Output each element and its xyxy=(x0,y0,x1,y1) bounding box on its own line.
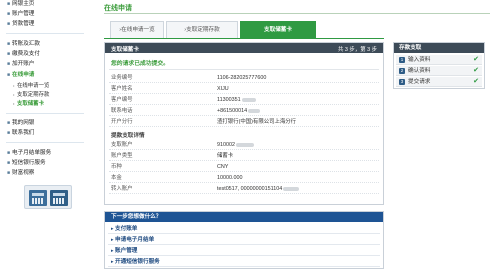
step-item: 2 确认资料 ✔ xyxy=(396,66,482,76)
detail-row: 客户姓名 XIJU xyxy=(109,84,379,94)
redacted-mark xyxy=(248,108,261,113)
divider xyxy=(6,33,84,34)
next-actions-panel: 下一步您想做什么？ ▸支付账单 ▸申请电子月结单 ▸账户管理 ▸开通短信银行服务 xyxy=(104,211,384,269)
detail-row: 币种 CNY xyxy=(109,162,379,172)
redacted-mark xyxy=(236,142,254,147)
detail-row: 本金 10000.000 xyxy=(109,173,379,183)
sidebar-item-my-ebank[interactable]: ■ 我的网银 xyxy=(7,120,34,127)
detail-row: 联系电话 +861500014 xyxy=(109,106,379,116)
sidebar-item-loans[interactable]: ■ 贷款管理 xyxy=(7,21,34,28)
panel-header: 支取储蓄卡 共 3 步，第 3 步 xyxy=(105,43,383,53)
sidebar-subitem-apply-list[interactable]: • 在线申请一览 xyxy=(13,82,49,89)
detail-row: 支取账户 910002 xyxy=(109,140,379,150)
sidebar-item-sms-banking[interactable]: ■ 短信银行服务 xyxy=(7,160,46,167)
tab-fixed-deposit[interactable]: ›支取定期存款 xyxy=(166,21,238,38)
divider xyxy=(109,69,379,70)
sidebar-item-accounts[interactable]: ■ 账户管理 xyxy=(7,11,34,18)
steps-title: 存款支取 xyxy=(394,43,484,53)
triangle-right-icon: ▸ xyxy=(111,248,114,254)
triangle-right-icon: ▸ xyxy=(111,237,114,243)
detail-row: 客户编号 11300351 xyxy=(109,95,379,105)
confirmation-panel: 支取储蓄卡 共 3 步，第 3 步 您的请求已成功提交。 业务编号 1106-28… xyxy=(104,42,384,205)
sidebar-item-wealth[interactable]: ■ 财富视察 xyxy=(7,170,34,177)
step-item: 3 提交请求 ✔ xyxy=(396,77,482,87)
sidebar-item-estatement[interactable]: ■ 电子月结单服务 xyxy=(7,150,51,157)
tab-apply-list[interactable]: ›在线申请一览 xyxy=(110,21,164,38)
next-actions-title: 下一步您想做什么？ xyxy=(105,212,383,222)
success-message: 您的请求已成功提交。 xyxy=(111,61,169,67)
redacted-mark xyxy=(241,97,256,102)
sidebar: ■ 网银主页 ■ 账户管理 ■ 贷款管理 ■ 转账及汇款 ■ 缴费及支付 ■ 加开账户 ■ 在… xyxy=(0,0,92,272)
calculator-tile-icon xyxy=(29,190,47,206)
triangle-right-icon: ▸ xyxy=(111,226,114,232)
section-heading: 提款支取详情 xyxy=(111,133,145,139)
triangle-right-icon: ▸ xyxy=(111,259,114,265)
sidebar-subitem-savings-withdraw[interactable]: • 支取储蓄卡 xyxy=(13,100,44,107)
sidebar-item-contact[interactable]: ■ 联系我们 xyxy=(7,130,34,137)
detail-row: 转入账户 test0517, 00000000151104 xyxy=(109,184,379,194)
sidebar-item-online-apply[interactable]: ■ 在线申请 xyxy=(7,72,34,79)
redacted-mark xyxy=(283,186,300,191)
step-indicator: 共 3 步，第 3 步 xyxy=(338,47,377,53)
sidebar-item-open-account[interactable]: ■ 加开账户 xyxy=(7,61,34,68)
divider xyxy=(6,113,84,114)
link-sms-banking[interactable]: ▸开通短信银行服务 xyxy=(108,257,380,267)
link-account-management[interactable]: ▸账户管理 xyxy=(108,246,380,256)
sidebar-subitem-fixed-deposit[interactable]: • 支取定期存款 xyxy=(13,91,49,98)
link-pay-bills[interactable]: ▸支付账单 xyxy=(108,224,380,234)
page-title: 在线申请 xyxy=(104,5,132,12)
sidebar-item-home[interactable]: ■ 网银主页 xyxy=(7,1,34,8)
progress-steps: 存款支取 1 输入资料 ✔ 2 确认资料 ✔ 3 提交请求 ✔ xyxy=(393,42,485,89)
panel-title: 支取储蓄卡 xyxy=(111,47,139,53)
step-item: 1 输入资料 ✔ xyxy=(396,55,482,65)
divider xyxy=(104,13,490,14)
detail-row: 账户类型 储蓄卡 xyxy=(109,151,379,161)
calculator-icon[interactable] xyxy=(24,185,72,209)
link-apply-estatement[interactable]: ▸申请电子月结单 xyxy=(108,235,380,245)
sidebar-item-transfer[interactable]: ■ 转账及汇款 xyxy=(7,41,40,48)
divider xyxy=(6,142,84,143)
sidebar-item-payments[interactable]: ■ 缴费及支付 xyxy=(7,51,40,58)
detail-row: 业务编号 1106-282025777600 xyxy=(109,73,379,83)
calculator-tile-icon xyxy=(50,190,68,206)
tab-underline xyxy=(104,38,384,39)
checkmark-icon: ✔ xyxy=(473,67,479,74)
detail-row: 开户分行 渣打银行(中国)有限公司上海分行 xyxy=(109,117,379,127)
tab-savings-withdraw[interactable]: 支取储蓄卡 xyxy=(240,21,316,38)
checkmark-icon: ✔ xyxy=(473,56,479,63)
checkmark-icon: ✔ xyxy=(473,78,479,85)
